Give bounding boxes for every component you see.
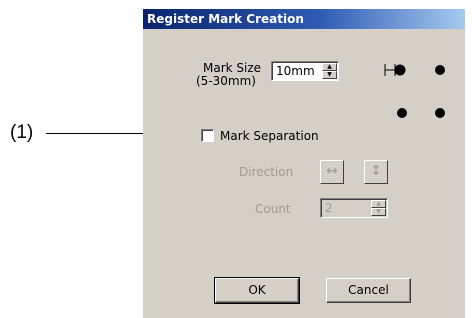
- mark-size-value: 10mm: [276, 64, 315, 78]
- horizontal-arrow-icon: ↔: [326, 163, 338, 179]
- count-label: Count: [255, 202, 291, 216]
- mark-size-range-label: (5-30mm): [196, 74, 256, 88]
- mark-separation-checkbox[interactable]: [201, 129, 214, 142]
- dialog-title: Register Mark Creation: [147, 12, 304, 26]
- register-mark-dialog: Register Mark Creation Mark Size (5-30mm…: [143, 9, 465, 318]
- ok-button[interactable]: OK: [214, 277, 300, 304]
- title-bar[interactable]: Register Mark Creation: [143, 9, 465, 29]
- mark-size-spinner[interactable]: 10mm ▲ ▼: [271, 61, 339, 81]
- register-mark-dot: [435, 65, 445, 75]
- figure: (1) Register Mark Creation Mark Size (5-…: [0, 0, 472, 318]
- spin-up-icon[interactable]: ▲: [322, 63, 337, 71]
- direction-label: Direction: [239, 165, 294, 179]
- spin-up-icon[interactable]: ▲: [371, 200, 386, 208]
- spin-down-icon[interactable]: ▼: [322, 71, 337, 79]
- callout-label: (1): [10, 122, 34, 143]
- mark-size-indicator-icon: [384, 64, 406, 76]
- register-mark-dot: [397, 108, 407, 118]
- count-spinner[interactable]: 2 ▲ ▼: [320, 198, 388, 218]
- count-value: 2: [325, 201, 333, 215]
- direction-horizontal-button[interactable]: ↔: [320, 160, 344, 184]
- mark-separation-label: Mark Separation: [220, 129, 319, 143]
- register-mark-dot: [435, 108, 445, 118]
- mark-size-label: Mark Size: [203, 61, 262, 75]
- direction-vertical-button[interactable]: ↕: [364, 160, 388, 184]
- cancel-button[interactable]: Cancel: [326, 278, 411, 303]
- spin-down-icon[interactable]: ▼: [371, 208, 386, 216]
- vertical-arrow-icon: ↕: [370, 163, 382, 179]
